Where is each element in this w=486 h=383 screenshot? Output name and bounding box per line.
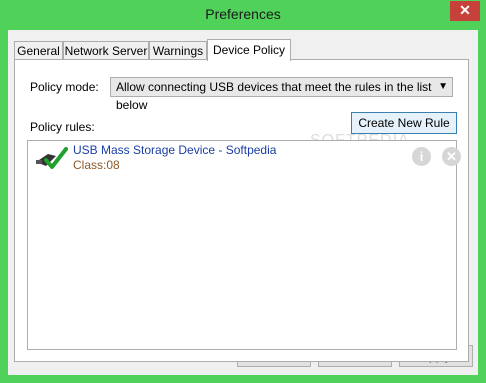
device-policy-panel: Policy mode: Allow connecting USB device… [14,59,469,362]
info-icon: i [419,149,424,164]
rule-title: USB Mass Storage Device - Softpedia [73,143,277,157]
close-icon: ✕ [446,149,457,164]
chevron-down-icon: ▼ [438,81,448,92]
tab-network-server[interactable]: Network Server [63,41,149,59]
edit-rule-button[interactable]: i [412,147,431,166]
policy-mode-select[interactable]: Allow connecting USB devices that meet t… [110,77,453,112]
title-bar[interactable]: Preferences ✕ [0,0,486,30]
policy-mode-label: Policy mode: [30,80,99,94]
delete-rule-button[interactable]: ✕ [442,147,461,166]
rule-class: Class:08 [73,158,120,172]
list-item[interactable]: USB Mass Storage Device - Softpedia Clas… [30,142,461,172]
policy-rules-label: Policy rules: [30,120,95,134]
policy-mode-value: Allow connecting USB devices that meet t… [116,80,432,112]
tab-device-policy[interactable]: Device Policy [207,39,291,61]
window-title: Preferences [205,6,281,22]
tab-general[interactable]: General [14,41,63,59]
tab-warnings[interactable]: Warnings [149,41,207,59]
create-new-rule-button[interactable]: Create New Rule [351,112,457,134]
policy-rules-list[interactable]: USB Mass Storage Device - Softpedia Clas… [27,140,461,350]
dialog-client-area: General Network Server Warnings Device P… [8,30,478,375]
usb-check-icon [36,147,68,169]
preferences-window: Preferences ✕ General Network Server War… [0,0,486,383]
close-button[interactable]: ✕ [450,1,480,21]
